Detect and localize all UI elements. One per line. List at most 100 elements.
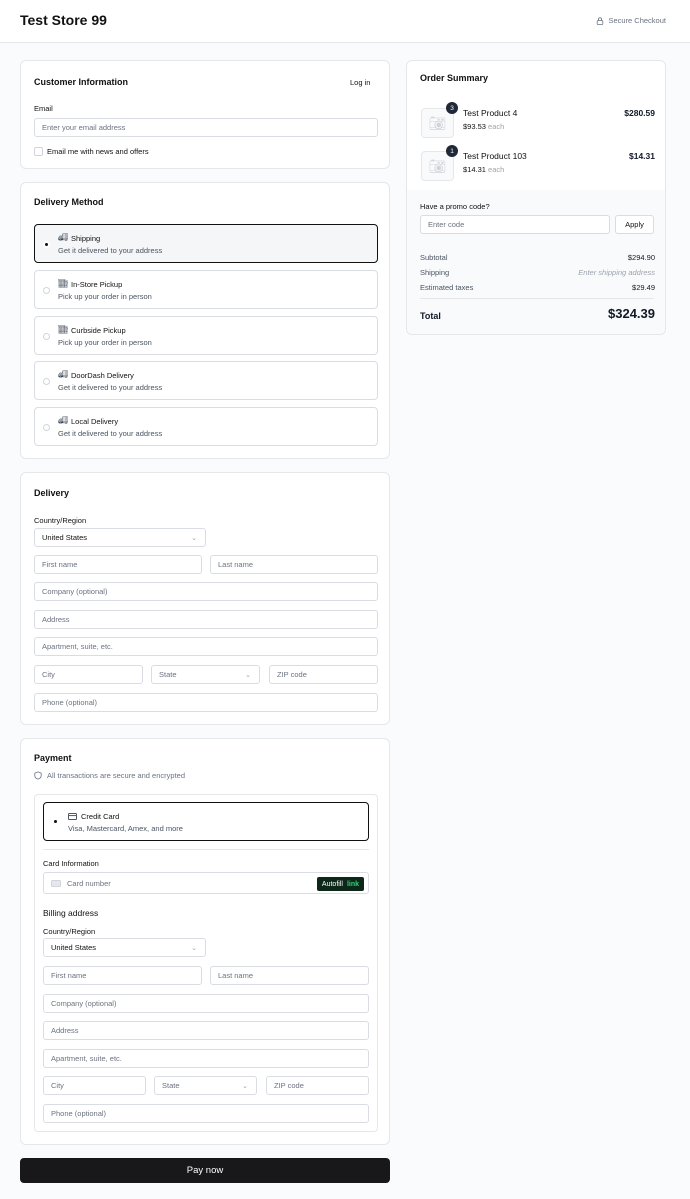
unit-price: $14.31 each bbox=[463, 165, 504, 174]
camera-icon: 📷︎ bbox=[428, 114, 447, 131]
card-number-placeholder: Card number bbox=[67, 878, 111, 888]
pay-now-button[interactable]: Pay now bbox=[20, 1158, 390, 1183]
payment-method-title: Credit Card bbox=[81, 812, 120, 821]
email-field[interactable]: Enter your email address bbox=[34, 118, 378, 137]
unit-price: $93.53 each bbox=[463, 122, 504, 131]
email-label: Email bbox=[34, 104, 53, 113]
billing-country-value: United States bbox=[51, 943, 97, 952]
order-summary-card: Order Summary 📷︎ 3 Test Product 4 $93.53… bbox=[406, 60, 666, 335]
zip-placeholder: ZIP code bbox=[277, 670, 307, 679]
radio-curbside-pickup[interactable] bbox=[43, 333, 50, 340]
first-name-field[interactable]: First name bbox=[34, 555, 202, 574]
delivery-option-shipping[interactable]: 🚚︎ Shipping Get it delivered to your add… bbox=[34, 224, 378, 263]
chevron-down-icon: ⌄ bbox=[245, 672, 251, 679]
billing-address-placeholder: Address bbox=[51, 1026, 79, 1035]
divider bbox=[420, 298, 654, 299]
secure-note: All transactions are secure and encrypte… bbox=[34, 771, 185, 780]
promo-code-field[interactable]: Enter code bbox=[420, 215, 610, 234]
billing-zip-placeholder: ZIP code bbox=[274, 1081, 304, 1090]
taxes-value: $29.49 bbox=[632, 283, 655, 292]
quantity-badge: 3 bbox=[446, 102, 458, 114]
billing-address-field[interactable]: Address bbox=[43, 1021, 369, 1040]
truck-icon: 🚚︎ bbox=[58, 233, 69, 242]
delivery-option-curbside-pickup[interactable]: 🏬︎ Curbside Pickup Pick up your order in… bbox=[34, 316, 378, 355]
autofill-link-button[interactable]: Autofill link bbox=[316, 877, 364, 891]
billing-phone-field[interactable]: Phone (optional) bbox=[43, 1104, 369, 1123]
billing-phone-placeholder: Phone (optional) bbox=[51, 1109, 107, 1118]
truck-icon: 🚚︎ bbox=[58, 370, 69, 379]
delivery-title: Delivery bbox=[34, 488, 70, 498]
product-name: Test Product 103 bbox=[463, 151, 527, 161]
card-icon bbox=[51, 879, 61, 887]
country-label: Country/Region bbox=[34, 516, 87, 525]
phone-placeholder: Phone (optional) bbox=[42, 698, 98, 707]
country-select[interactable]: United States ⌄ bbox=[34, 528, 206, 547]
radio-in-store-pickup[interactable] bbox=[43, 287, 50, 294]
delivery-option-local-delivery[interactable]: 🚚︎ Local Delivery Get it delivered to yo… bbox=[34, 407, 378, 446]
newsletter-label: Email me with news and offers bbox=[47, 147, 149, 156]
newsletter-checkbox[interactable] bbox=[34, 147, 43, 156]
delivery-option-subtitle: Get it delivered to your address bbox=[58, 429, 163, 438]
delivery-method-card: Delivery Method 🚚︎ Shipping Get it deliv… bbox=[20, 182, 390, 459]
billing-last-name-field[interactable]: Last name bbox=[210, 966, 369, 985]
state-select[interactable]: State ⌄ bbox=[151, 665, 260, 684]
delivery-option-subtitle: Get it delivered to your address bbox=[58, 383, 163, 392]
each-label: each bbox=[488, 165, 505, 174]
delivery-address-card: Delivery Country/Region United States ⌄ … bbox=[20, 472, 390, 725]
payment-method-subtitle: Visa, Mastercard, Amex, and more bbox=[68, 824, 183, 833]
first-name-placeholder: First name bbox=[42, 560, 78, 569]
zip-field[interactable]: ZIP code bbox=[269, 665, 378, 684]
line-item: 📷︎ 1 Test Product 103 $14.31 each $14.31 bbox=[407, 145, 665, 188]
company-field[interactable]: Company (optional) bbox=[34, 582, 378, 601]
state-placeholder: State bbox=[159, 670, 177, 679]
billing-apartment-field[interactable]: Apartment, suite, etc. bbox=[43, 1049, 369, 1068]
chevron-down-icon: ⌄ bbox=[242, 1083, 248, 1090]
billing-zip-field[interactable]: ZIP code bbox=[266, 1076, 369, 1095]
billing-city-field[interactable]: City bbox=[43, 1076, 146, 1095]
lock-icon bbox=[597, 16, 604, 25]
autofill-label: Autofill bbox=[321, 880, 343, 888]
phone-field[interactable]: Phone (optional) bbox=[34, 693, 378, 712]
taxes-label: Estimated taxes bbox=[420, 283, 474, 292]
country-value: United States bbox=[42, 533, 88, 542]
shield-icon bbox=[34, 771, 42, 780]
secure-note-text: All transactions are secure and encrypte… bbox=[47, 771, 185, 780]
delivery-option-title: Local Delivery bbox=[71, 417, 119, 426]
delivery-option-title: Curbside Pickup bbox=[71, 326, 126, 335]
address-field[interactable]: Address bbox=[34, 610, 378, 629]
radio-doordash[interactable] bbox=[43, 378, 50, 385]
address-placeholder: Address bbox=[42, 615, 70, 624]
radio-shipping[interactable] bbox=[43, 241, 50, 248]
billing-state-select[interactable]: State ⌄ bbox=[154, 1076, 257, 1095]
delivery-option-in-store-pickup[interactable]: 🏬︎ In-Store Pickup Pick up your order in… bbox=[34, 270, 378, 309]
payment-option-credit-card[interactable]: Credit Card Visa, Mastercard, Amex, and … bbox=[43, 802, 369, 841]
store-title: Test Store 99 bbox=[20, 12, 107, 28]
chevron-down-icon: ⌄ bbox=[191, 535, 197, 542]
delivery-method-title: Delivery Method bbox=[34, 197, 104, 207]
delivery-option-title: Shipping bbox=[71, 234, 101, 243]
billing-company-placeholder: Company (optional) bbox=[51, 999, 117, 1008]
line-item: 📷︎ 3 Test Product 4 $93.53 each $280.59 bbox=[407, 102, 665, 145]
city-field[interactable]: City bbox=[34, 665, 143, 684]
billing-company-field[interactable]: Company (optional) bbox=[43, 994, 369, 1013]
login-link[interactable]: Log in bbox=[350, 78, 370, 87]
last-name-field[interactable]: Last name bbox=[210, 555, 378, 574]
city-placeholder: City bbox=[42, 670, 55, 679]
billing-country-select[interactable]: United States ⌄ bbox=[43, 938, 206, 957]
subtotal-label: Subtotal bbox=[420, 253, 448, 262]
radio-credit-card[interactable] bbox=[52, 818, 59, 825]
billing-state-placeholder: State bbox=[162, 1081, 180, 1090]
billing-first-name-field[interactable]: First name bbox=[43, 966, 202, 985]
camera-icon: 📷︎ bbox=[428, 157, 447, 174]
billing-address-title: Billing address bbox=[43, 908, 99, 918]
apartment-field[interactable]: Apartment, suite, etc. bbox=[34, 637, 378, 656]
order-summary-title: Order Summary bbox=[420, 73, 489, 83]
radio-local-delivery[interactable] bbox=[43, 424, 50, 431]
delivery-option-doordash[interactable]: 🚚︎ DoorDash Delivery Get it delivered to… bbox=[34, 361, 378, 400]
apply-button[interactable]: Apply bbox=[615, 215, 654, 234]
shipping-value: Enter shipping address bbox=[578, 268, 655, 277]
secure-checkout-indicator: Secure Checkout bbox=[596, 16, 666, 25]
billing-first-name-placeholder: First name bbox=[51, 971, 87, 980]
top-bar: Test Store 99 Secure Checkout bbox=[0, 0, 690, 43]
card-number-field[interactable]: Card number Autofill link bbox=[43, 872, 369, 894]
